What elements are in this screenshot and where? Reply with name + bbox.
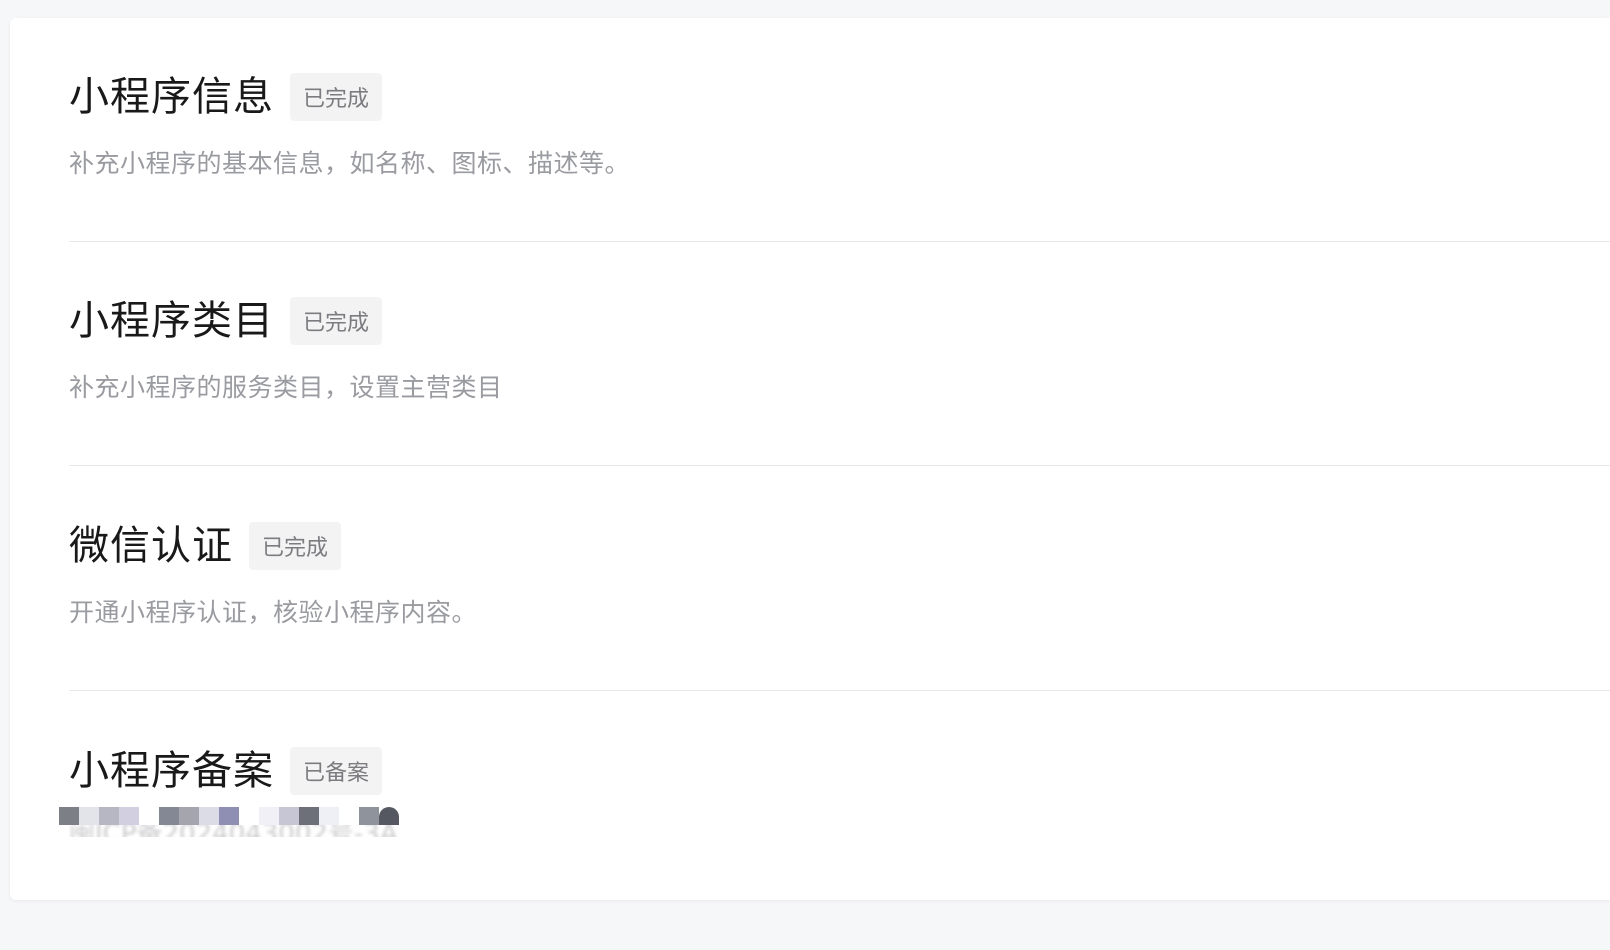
section-header: 小程序备案 已备案 (69, 747, 383, 795)
status-badge: 已完成 (290, 297, 383, 345)
section-title: 小程序备案 (69, 748, 274, 794)
status-badge: 已备案 (290, 747, 383, 795)
section-title: 小程序类目 (69, 298, 274, 344)
setup-card: 小程序信息 已完成 补充小程序的基本信息，如名称、图标、描述等。 小程序类目 已… (10, 18, 1610, 900)
section-miniprogram-category: 小程序类目 已完成 补充小程序的服务类目，设置主营类目 (69, 242, 1610, 466)
section-miniprogram-info: 小程序信息 已完成 补充小程序的基本信息，如名称、图标、描述等。 (69, 18, 1610, 242)
status-badge: 已完成 (249, 522, 342, 570)
section-header: 小程序信息 已完成 (69, 73, 383, 121)
status-badge: 已完成 (290, 73, 383, 121)
divider (69, 465, 1610, 466)
section-description: 补充小程序的服务类目，设置主营类目 (69, 373, 503, 402)
redacted-filing-number: 闽ICP备2024043002号-3A (59, 807, 424, 837)
section-title: 微信认证 (69, 523, 233, 569)
section-wechat-verification: 微信认证 已完成 开通小程序认证，核验小程序内容。 (69, 467, 1610, 691)
section-header: 微信认证 已完成 (69, 522, 342, 570)
divider (69, 690, 1610, 691)
pixelation-mask (59, 807, 399, 825)
section-description: 补充小程序的基本信息，如名称、图标、描述等。 (69, 149, 631, 178)
section-description: 开通小程序认证，核验小程序内容。 (69, 598, 478, 627)
section-title: 小程序信息 (69, 74, 274, 120)
section-header: 小程序类目 已完成 (69, 297, 383, 345)
section-miniprogram-filing: 小程序备案 已备案 闽ICP备2024043002号-3A (59, 692, 1610, 900)
